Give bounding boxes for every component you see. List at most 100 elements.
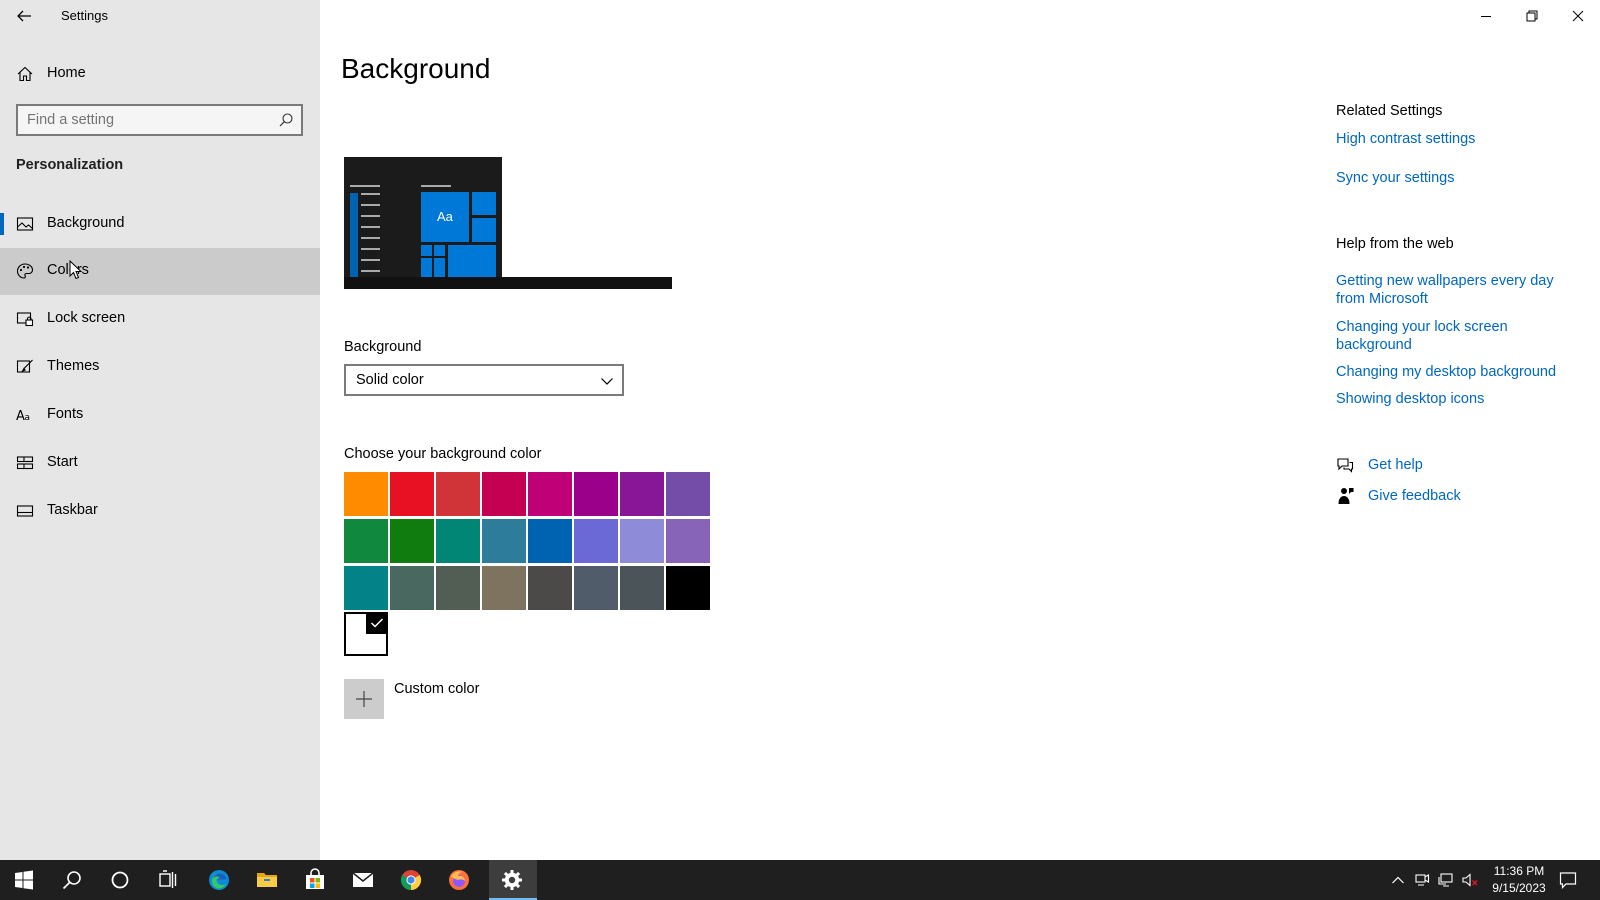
color-swatch[interactable] [666, 566, 710, 610]
font-icon: A a [16, 409, 30, 424]
background-label: Background [344, 339, 422, 355]
link-lock-screen-background[interactable]: Changing your lock screen background [1336, 318, 1576, 354]
color-swatch[interactable] [620, 472, 664, 516]
link-new-wallpapers[interactable]: Getting new wallpapers every day from Mi… [1336, 272, 1576, 308]
link-high-contrast[interactable]: High contrast settings [1336, 130, 1576, 148]
page-title: Background [341, 53, 491, 84]
section-title: Personalization [16, 157, 124, 173]
plus-icon [356, 691, 372, 707]
sidebar-item-themes[interactable]: Themes [0, 344, 320, 391]
firefox-icon[interactable] [447, 868, 471, 892]
restore-icon[interactable] [1524, 8, 1540, 24]
sidebar-item-taskbar[interactable]: Taskbar [0, 488, 320, 535]
color-swatch[interactable] [482, 566, 526, 610]
preview-tile-text: Aa [437, 209, 453, 224]
help-from-web-title: Help from the web [1336, 236, 1454, 252]
sidebar-item-start[interactable]: Start [0, 440, 320, 487]
chevron-down-icon [601, 378, 613, 385]
link-sync-settings[interactable]: Sync your settings [1336, 169, 1576, 187]
give-feedback-link[interactable]: Give feedback [1368, 488, 1461, 504]
chevron-up-icon[interactable] [1390, 872, 1406, 888]
edge-icon[interactable] [207, 868, 231, 892]
clock-date: 9/15/2023 [1492, 881, 1546, 895]
get-help-icon [1337, 458, 1354, 473]
network-icon[interactable] [1438, 872, 1454, 888]
color-swatch[interactable] [574, 519, 618, 563]
color-swatch[interactable] [666, 519, 710, 563]
cortana-icon[interactable] [108, 868, 132, 892]
desktop-preview [344, 157, 672, 289]
color-swatch[interactable] [528, 566, 572, 610]
color-swatch[interactable] [344, 472, 388, 516]
color-swatch[interactable] [344, 519, 388, 563]
sidebar-item-label: Lock screen [47, 310, 126, 326]
sidebar-item-label: Themes [47, 358, 100, 374]
settings-icon[interactable] [500, 868, 524, 892]
background-dropdown-value: Solid color [356, 372, 424, 388]
color-swatch[interactable] [528, 472, 572, 516]
selection-indicator [0, 213, 4, 235]
sidebar-item-lock-screen[interactable]: Lock screen [0, 296, 320, 343]
color-swatch[interactable] [436, 566, 480, 610]
custom-color-button[interactable] [344, 679, 384, 719]
action-center-icon[interactable] [1559, 871, 1577, 889]
taskbar-icon [16, 505, 34, 517]
color-swatch[interactable] [574, 472, 618, 516]
minimize-icon[interactable] [1478, 8, 1494, 24]
system-clock[interactable]: 11:36 PM 9/15/2023 [1483, 863, 1555, 897]
color-swatch[interactable] [390, 472, 434, 516]
color-swatch[interactable] [528, 519, 572, 563]
close-icon[interactable] [1570, 8, 1586, 24]
sidebar-item-label: Fonts [47, 406, 84, 422]
mail-icon[interactable] [351, 868, 375, 892]
color-swatch[interactable] [666, 472, 710, 516]
taskbar: 11:36 PM 9/15/2023 [0, 860, 1600, 900]
sidebar-item-fonts[interactable]: A a Fonts [0, 392, 320, 439]
mouse-cursor-icon [69, 260, 83, 280]
search-icon[interactable] [60, 868, 84, 892]
link-desktop-icons[interactable]: Showing desktop icons [1336, 390, 1576, 408]
color-swatch-selected[interactable] [344, 612, 388, 656]
volume-muted-icon[interactable] [1462, 872, 1478, 888]
color-swatch[interactable] [390, 566, 434, 610]
background-dropdown[interactable]: Solid color [344, 364, 624, 396]
sidebar-item-colors[interactable]: Colors [0, 248, 320, 295]
color-swatch[interactable] [482, 472, 526, 516]
sidebar-item-label: Home [47, 65, 86, 81]
search-field[interactable] [16, 104, 303, 136]
search-input[interactable] [18, 106, 268, 134]
color-swatch[interactable] [574, 566, 618, 610]
link-desktop-background[interactable]: Changing my desktop background [1336, 363, 1576, 381]
store-icon[interactable] [303, 868, 327, 892]
custom-color-label[interactable]: Custom color [394, 681, 479, 697]
chrome-icon[interactable] [399, 868, 423, 892]
checkmark-badge [366, 612, 388, 634]
lock-screen-icon [16, 312, 34, 327]
color-swatch[interactable] [436, 519, 480, 563]
windows-start-icon[interactable] [12, 868, 36, 892]
sidebar: Settings Home Personalization Background… [0, 0, 320, 860]
related-settings-title: Related Settings [1336, 103, 1443, 119]
color-swatch[interactable] [620, 519, 664, 563]
sidebar-item-background[interactable]: Background [0, 201, 320, 248]
choose-color-label: Choose your background color [344, 446, 542, 462]
file-explorer-icon[interactable] [255, 868, 279, 892]
color-swatch[interactable] [436, 472, 480, 516]
color-swatch[interactable] [482, 519, 526, 563]
task-view-icon[interactable] [156, 868, 180, 892]
color-swatch[interactable] [620, 566, 664, 610]
feedback-icon [1338, 488, 1354, 504]
sidebar-item-home[interactable]: Home [0, 56, 320, 90]
meet-now-icon[interactable] [1414, 872, 1430, 888]
color-swatch[interactable] [344, 566, 388, 610]
image-icon [16, 217, 34, 231]
sidebar-item-label: Start [47, 454, 78, 470]
palette-icon [16, 263, 34, 279]
search-icon[interactable] [278, 112, 294, 128]
get-help-link[interactable]: Get help [1368, 457, 1423, 473]
clock-time: 11:36 PM [1493, 864, 1545, 878]
home-icon [17, 66, 33, 82]
back-arrow-icon[interactable] [13, 5, 35, 27]
color-swatch[interactable] [390, 519, 434, 563]
app-title: Settings [61, 8, 108, 23]
